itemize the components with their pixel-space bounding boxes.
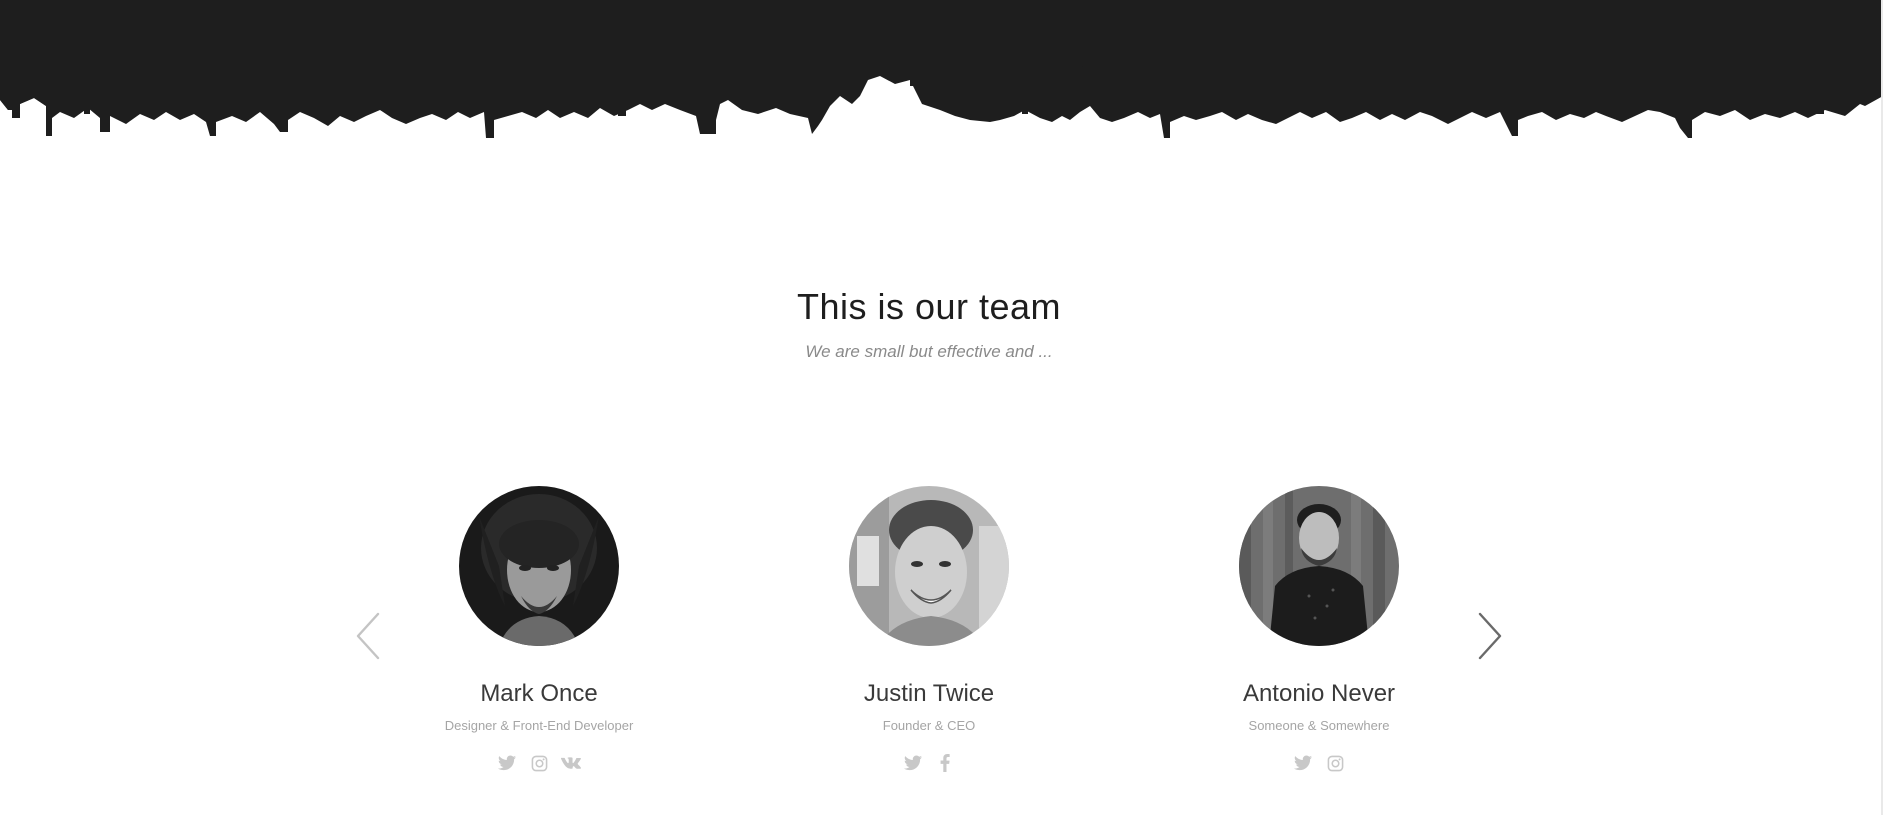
- member-role: Founder & CEO: [882, 718, 976, 733]
- member-name: Justin Twice: [863, 680, 995, 707]
- avatar: [1239, 486, 1399, 646]
- twitter-icon[interactable]: [1293, 753, 1313, 773]
- instagram-icon[interactable]: [529, 753, 549, 773]
- avatar: [849, 486, 1009, 646]
- member-photo: [459, 486, 619, 646]
- facebook-icon[interactable]: [935, 753, 955, 773]
- member-name: Antonio Never: [1242, 680, 1396, 707]
- team-header: This is our team We are small but effect…: [0, 286, 1858, 362]
- team-carousel: Mark Once Designer & Front-End Developer: [0, 486, 1858, 786]
- member-name: Mark Once: [480, 680, 598, 707]
- member-role: Someone & Somewhere: [1248, 718, 1390, 733]
- skyline-banner: [0, 0, 1883, 138]
- social-links: [779, 753, 1079, 773]
- instagram-icon[interactable]: [1325, 753, 1345, 773]
- social-links: [389, 753, 689, 773]
- twitter-icon[interactable]: [497, 753, 517, 773]
- carousel-next-button[interactable]: [1472, 606, 1508, 666]
- chevron-right-icon: [1478, 612, 1502, 660]
- member-photo: [1239, 486, 1399, 646]
- section-title: This is our team: [796, 286, 1062, 327]
- chevron-left-icon: [356, 612, 380, 660]
- team-member-card: Justin Twice Founder & CEO: [779, 486, 1079, 773]
- carousel-prev-button[interactable]: [350, 606, 386, 666]
- section-subtitle: We are small but effective and ...: [805, 342, 1053, 361]
- member-photo: [849, 486, 1009, 646]
- member-role: Designer & Front-End Developer: [444, 718, 634, 733]
- twitter-icon[interactable]: [903, 753, 923, 773]
- page: This is our team We are small but effect…: [0, 0, 1883, 815]
- vk-icon[interactable]: [561, 753, 581, 773]
- avatar: [459, 486, 619, 646]
- team-member-card: Antonio Never Someone & Somewhere: [1169, 486, 1469, 773]
- team-member-card: Mark Once Designer & Front-End Developer: [389, 486, 689, 773]
- social-links: [1169, 753, 1469, 773]
